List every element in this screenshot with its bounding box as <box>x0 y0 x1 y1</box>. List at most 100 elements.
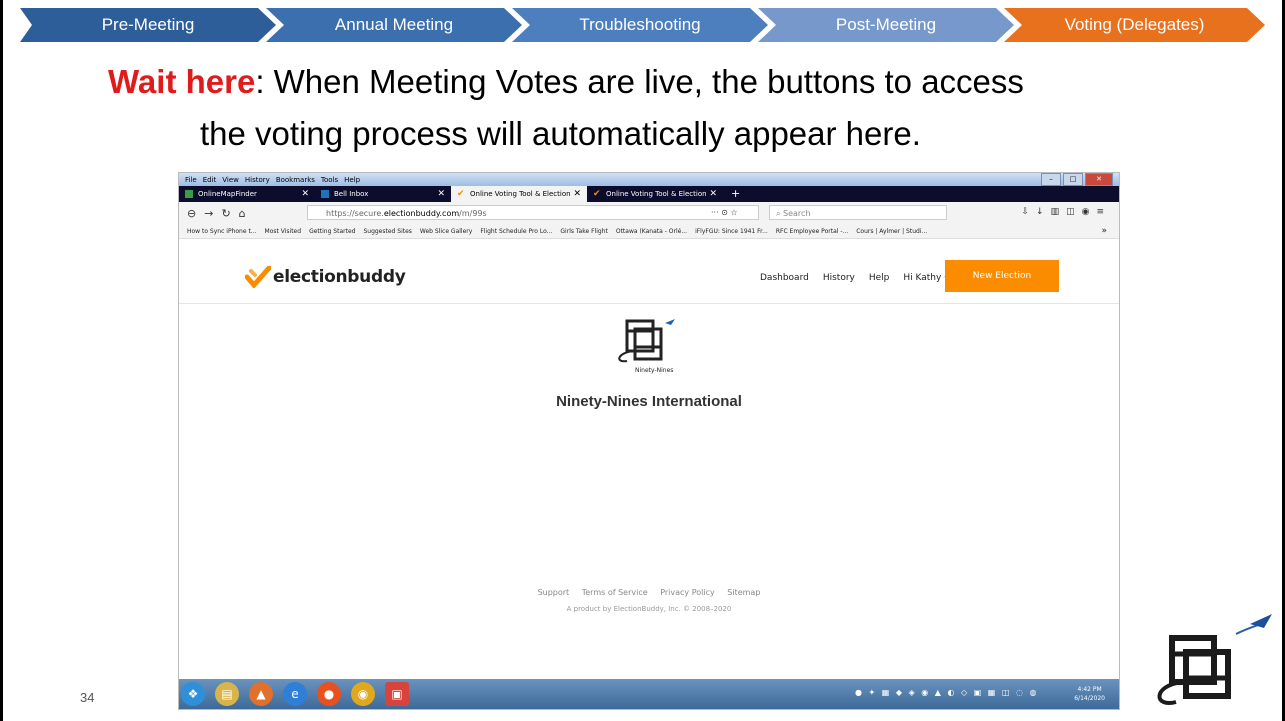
ninety-nines-corner-logo-icon <box>1157 614 1272 706</box>
bookmarks-overflow-icon[interactable]: » <box>1101 224 1107 238</box>
bookmark-item[interactable]: Suggested Sites <box>363 228 411 235</box>
browser-tab[interactable]: ✔ Online Voting Tool & Election ✕ <box>587 186 723 202</box>
taskbar-clock[interactable]: 4:42 PM 6/14/2020 <box>1074 685 1105 703</box>
ninety-nines-logo-icon: Ninety-Nines <box>618 319 675 374</box>
taskbar-icons: ❖ ▤ ▲ e ● ◉ ▣ <box>181 682 409 706</box>
browser-tab[interactable]: Bell Inbox ✕ <box>315 186 451 202</box>
organization-name: Ninety-Nines International <box>556 393 742 410</box>
nav-help[interactable]: Help <box>869 273 890 283</box>
system-tray-icons[interactable]: ● ✦ ▦ ◆ ◈ ◉ ▲ ◐ ◇ ▣ ▦ ◫ ◌ ◍ <box>855 688 1039 697</box>
vlc-icon[interactable]: ▲ <box>249 682 273 706</box>
url-domain: electionbuddy.com <box>383 209 460 218</box>
bookmark-item[interactable]: Most Visited <box>265 228 302 235</box>
file-explorer-icon[interactable]: ▤ <box>215 682 239 706</box>
step-pre-meeting[interactable]: Pre-Meeting <box>20 8 276 42</box>
menu-view[interactable]: View <box>222 176 239 184</box>
site-footer-links: Support Terms of Service Privacy Policy … <box>179 588 1119 597</box>
bookmark-item[interactable]: Ottawa (Kanata - Orlé... <box>616 228 687 235</box>
internet-explorer-icon[interactable]: e <box>283 682 307 706</box>
step-annual-meeting[interactable]: Annual Meeting <box>266 8 522 42</box>
firefox-icon[interactable]: ● <box>317 682 341 706</box>
start-button-icon[interactable]: ❖ <box>181 682 205 706</box>
back-icon[interactable]: ⊖ <box>187 207 196 220</box>
chrome-icon[interactable]: ◉ <box>351 682 375 706</box>
step-label: Voting (Delegates) <box>1064 15 1205 34</box>
footer-copyright: A product by ElectionBuddy, Inc. © 2008–… <box>566 605 732 613</box>
footer-sitemap-link[interactable]: Sitemap <box>727 588 760 597</box>
tab-close-icon[interactable]: ✕ <box>573 189 581 199</box>
clock-time: 4:42 PM <box>1077 686 1102 693</box>
url-path: /m/99s <box>459 209 487 218</box>
checkmark-logo-icon <box>245 266 271 288</box>
window-controls: – □ ✕ <box>1041 173 1113 186</box>
windows-taskbar: ❖ ▤ ▲ e ● ◉ ▣ ● ✦ ▦ ◆ ◈ ◉ ▲ ◐ ◇ ▣ ▦ ◫ ◌ … <box>179 679 1119 709</box>
address-bar[interactable]: https://secure.electionbuddy.com/m/99s <box>307 205 759 220</box>
electionbuddy-logo[interactable]: electionbuddy <box>245 266 406 288</box>
nav-history[interactable]: History <box>823 273 855 283</box>
step-voting-delegates[interactable]: Voting (Delegates) <box>1004 8 1265 42</box>
bookmark-item[interactable]: How to Sync iPhone t... <box>187 228 257 235</box>
tab-label: Online Voting Tool & Election <box>470 190 571 198</box>
tab-close-icon[interactable]: ✕ <box>437 189 445 199</box>
step-label: Troubleshooting <box>579 15 701 34</box>
browser-screenshot: File Edit View History Bookmarks Tools H… <box>178 172 1120 710</box>
bookmark-item[interactable]: Flight Schedule Pro Lo... <box>480 228 552 235</box>
browser-menubar: File Edit View History Bookmarks Tools H… <box>179 173 1119 186</box>
menu-edit[interactable]: Edit <box>203 176 217 184</box>
step-post-meeting[interactable]: Post-Meeting <box>758 8 1014 42</box>
headline-line-1: Wait here: When Meeting Votes are live, … <box>108 58 1024 106</box>
step-label: Annual Meeting <box>334 15 454 34</box>
bookmark-item[interactable]: Getting Started <box>309 228 355 235</box>
minimize-icon[interactable]: – <box>1041 173 1061 186</box>
tab-label: OnlineMapFinder <box>198 190 257 198</box>
electionbuddy-icon: ✔ <box>457 189 465 199</box>
menu-help[interactable]: Help <box>344 176 360 184</box>
bookmark-item[interactable]: Girls Take Flight <box>560 228 607 235</box>
slide: Pre-Meeting Annual Meeting Troubleshooti… <box>0 0 1285 721</box>
bookmark-item[interactable]: RFC Employee Portal -... <box>776 228 848 235</box>
menu-tools[interactable]: Tools <box>321 176 338 184</box>
tab-close-icon[interactable]: ✕ <box>709 189 717 199</box>
app-icon[interactable]: ▣ <box>385 682 409 706</box>
headline-emphasis: Wait here <box>108 63 256 100</box>
new-election-button[interactable]: New Election <box>945 260 1059 292</box>
home-icon[interactable]: ⌂ <box>239 207 246 220</box>
headline-line-1-text: : When Meeting Votes are live, the butto… <box>255 63 1024 100</box>
step-label: Post-Meeting <box>835 15 937 34</box>
bookmark-item[interactable]: iFlyFGU: Since 1941 Fr... <box>695 228 768 235</box>
headline-line-2: the voting process will automatically ap… <box>200 115 921 152</box>
map-icon <box>185 190 193 198</box>
slide-number: 34 <box>80 690 95 705</box>
reload-icon[interactable]: ↻ <box>221 207 230 220</box>
menu-file[interactable]: File <box>185 176 197 184</box>
browser-tab[interactable]: OnlineMapFinder ✕ <box>179 186 315 202</box>
bookmark-item[interactable]: Web Slice Gallery <box>420 228 472 235</box>
search-placeholder: Search <box>783 209 811 218</box>
footer-privacy-link[interactable]: Privacy Policy <box>660 588 715 597</box>
forward-icon[interactable]: → <box>204 207 213 220</box>
bookmark-item[interactable]: Cours | Aylmer | Studi... <box>856 228 927 235</box>
electionbuddy-icon: ✔ <box>593 189 601 199</box>
clock-date: 6/14/2020 <box>1074 695 1105 702</box>
page-actions[interactable]: ··· ⊙ ☆ <box>711 205 738 220</box>
nav-user-menu[interactable]: Hi Kathy ⌵ <box>903 273 951 283</box>
browser-tabbar: OnlineMapFinder ✕ Bell Inbox ✕ ✔ Online … <box>179 186 1119 202</box>
bookmarks-bar: How to Sync iPhone t... Most Visited Get… <box>179 224 1119 239</box>
maximize-icon[interactable]: □ <box>1063 173 1083 186</box>
mail-icon <box>321 190 329 198</box>
browser-tab-active[interactable]: ✔ Online Voting Tool & Election ✕ <box>451 186 587 202</box>
close-icon[interactable]: ✕ <box>1085 173 1113 186</box>
footer-support-link[interactable]: Support <box>538 588 570 597</box>
nav-dashboard[interactable]: Dashboard <box>760 273 809 283</box>
search-input[interactable]: ⌕ Search <box>769 205 947 220</box>
tab-close-icon[interactable]: ✕ <box>301 189 309 199</box>
step-troubleshooting[interactable]: Troubleshooting <box>512 8 768 42</box>
url-prefix: https://secure. <box>326 209 384 218</box>
footer-terms-link[interactable]: Terms of Service <box>582 588 648 597</box>
menu-bookmarks[interactable]: Bookmarks <box>276 176 315 184</box>
tab-label: Online Voting Tool & Election <box>606 190 707 198</box>
browser-toolbar: ⊖ → ↻ ⌂ https://secure.electionbuddy.com… <box>179 202 1119 224</box>
menu-history[interactable]: History <box>245 176 270 184</box>
new-tab-icon[interactable]: + <box>731 186 740 202</box>
toolbar-icons[interactable]: ⇩↓▥◫◉≡ <box>1022 205 1111 220</box>
